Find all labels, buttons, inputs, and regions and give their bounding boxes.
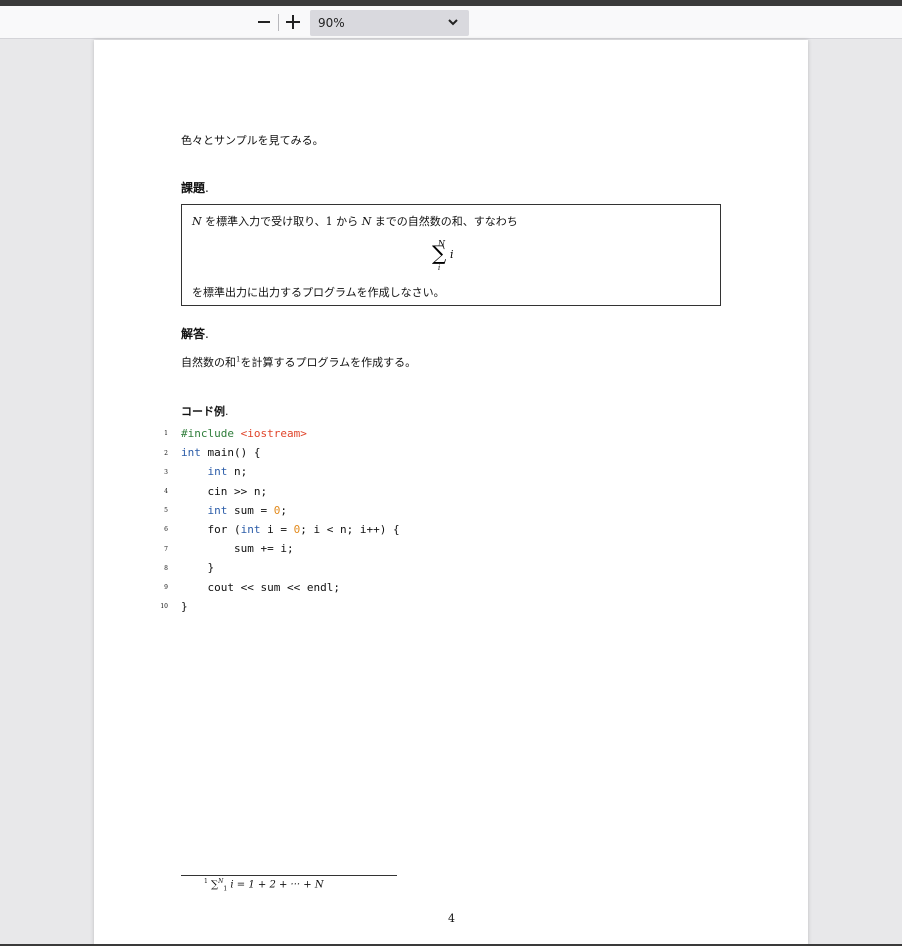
line-number: 8: [164, 564, 168, 572]
task-line-1: N を標準入力で受け取り、1 から N までの自然数の和、すなわち: [192, 213, 518, 229]
math-var-n-2: N: [361, 215, 372, 228]
code-token: n;: [227, 465, 248, 479]
code-token: }: [181, 599, 188, 613]
line-number: 6: [164, 526, 168, 534]
minus-icon: [258, 21, 270, 23]
code-heading-label: コード例: [181, 405, 225, 418]
code-token: int: [207, 465, 228, 479]
task-heading-label: 課題: [181, 181, 206, 195]
document-page: 色々とサンプルを見てみる。 課題. N を標準入力で受け取り、1 から N まで…: [94, 40, 808, 946]
answer-heading-dot: .: [205, 327, 209, 341]
math-var-n: N: [192, 215, 202, 228]
code-line: 2 int main() {: [154, 443, 400, 462]
line-number: 5: [164, 507, 168, 515]
toolbar-separator: [278, 14, 279, 31]
line-number: 2: [164, 449, 168, 457]
line-number: 9: [164, 583, 168, 591]
code-token: main() {: [200, 446, 261, 460]
code-token: sum += i;: [233, 542, 294, 556]
code-token: int: [240, 522, 261, 536]
task-line-1-b: までの自然数の和、すなわち: [371, 215, 518, 228]
code-line: 7 sum += i;: [154, 539, 400, 558]
code-line: 8 }: [154, 558, 400, 577]
footnote-upper: N: [218, 878, 224, 885]
sum-sigma: ∑: [432, 241, 447, 265]
task-line-1-a: を標準入力で受け取り、1 から: [205, 215, 362, 228]
code-token: #include: [181, 427, 234, 440]
sum-lower-limit: i: [438, 264, 441, 272]
code-token: <iostream>: [240, 427, 307, 440]
footnote-formula: i = 1 + 2 + ··· + N: [227, 879, 324, 891]
zoom-in-button[interactable]: [281, 10, 305, 34]
line-number: 3: [164, 468, 168, 476]
code-token: int: [207, 503, 228, 517]
pdf-toolbar: 90%: [0, 6, 902, 39]
footnote: 1 ∑N1 i = 1 + 2 + ··· + N: [204, 878, 324, 892]
zoom-out-button[interactable]: [252, 10, 276, 34]
chevron-down-icon: [448, 19, 458, 26]
code-token: sum =: [227, 503, 274, 517]
code-token: int: [181, 446, 201, 460]
answer-text-b: を計算するプログラムを作成する。: [240, 356, 417, 369]
code-token: i =: [260, 522, 294, 536]
code-listing: 1 #include <iostream> 2 int main() { 3 int…: [154, 424, 400, 616]
code-token: for (: [207, 522, 241, 536]
task-heading-dot: .: [205, 181, 209, 195]
line-number: 7: [164, 545, 168, 553]
sum-term: i: [450, 248, 454, 261]
code-token: ;: [280, 503, 287, 517]
code-line: 1 #include <iostream>: [154, 424, 400, 443]
intro-text: 色々とサンプルを見てみる。: [181, 134, 324, 147]
line-number: 4: [164, 487, 168, 495]
answer-heading-label: 解答: [181, 327, 206, 341]
code-line: 10}: [154, 597, 400, 616]
task-heading: 課題.: [181, 179, 209, 196]
answer-heading: 解答.: [181, 325, 209, 342]
code-line: 9 cout << sum << endl;: [154, 578, 400, 597]
plus-icon: [286, 15, 300, 29]
page-number: 4: [448, 912, 455, 925]
code-line: 5 int sum = 0;: [154, 501, 400, 520]
code-line: 3 int n;: [154, 462, 400, 481]
zoom-value: 90%: [318, 16, 345, 30]
zoom-select[interactable]: 90%: [310, 10, 469, 36]
line-number: 1: [164, 430, 168, 438]
task-line-2: を標準出力に出力するプログラムを作成しなさい。: [192, 286, 445, 299]
footnote-rule: [181, 875, 397, 876]
task-box: N を標準入力で受け取り、1 から N までの自然数の和、すなわち N ∑ i …: [181, 204, 721, 306]
footnote-mark: 1: [204, 878, 208, 885]
code-token: cin >> n;: [207, 484, 268, 498]
code-token: ; i < n; i++) {: [300, 522, 400, 536]
line-number: 10: [160, 603, 168, 611]
code-heading-dot: .: [225, 405, 229, 418]
answer-text-a: 自然数の和: [181, 356, 236, 369]
code-line: 4 cin >> n;: [154, 482, 400, 501]
summation-formula: N ∑ i i: [432, 239, 472, 275]
answer-text: 自然数の和1を計算するプログラムを作成する。: [181, 354, 416, 370]
code-token: cout << sum << endl;: [207, 580, 340, 594]
code-line: 6 for (int i = 0; i < n; i++) {: [154, 520, 400, 539]
code-token: }: [207, 561, 215, 575]
code-heading: コード例.: [181, 403, 229, 419]
